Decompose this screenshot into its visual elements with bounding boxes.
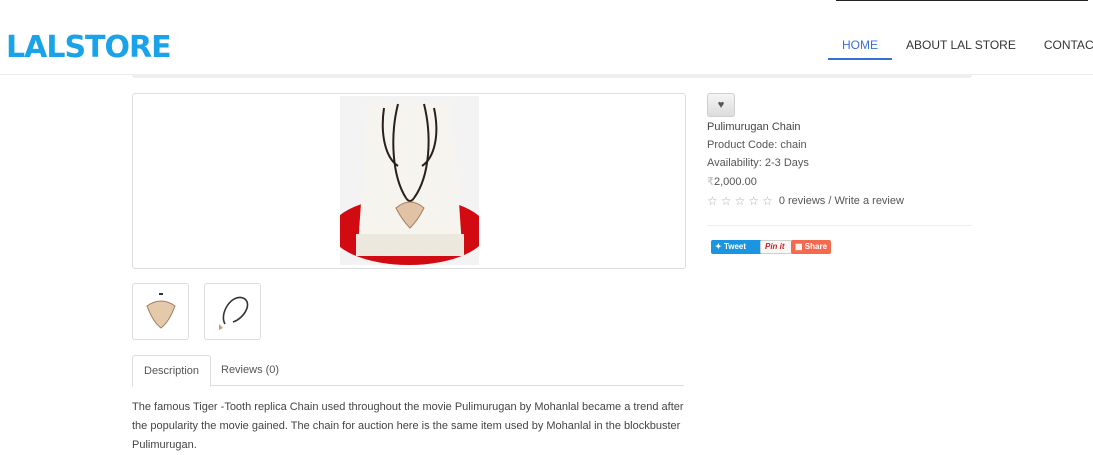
star-icon[interactable]: ☆ <box>762 194 773 208</box>
product-availability: Availability: 2-3 Days <box>707 157 809 169</box>
reviews-link[interactable]: 0 reviews / Write a review <box>779 195 904 207</box>
pinit-button[interactable]: Pin it <box>760 240 792 254</box>
nav-about[interactable]: ABOUT LAL STORE <box>892 38 1030 58</box>
site-logo[interactable]: LALSTORE <box>6 33 172 63</box>
share-button[interactable]: ▦ Share <box>791 240 831 254</box>
tabs-underline <box>132 385 684 386</box>
tweet-label: Tweet <box>723 242 747 251</box>
nav-contact[interactable]: CONTACT <box>1030 38 1093 58</box>
wishlist-button[interactable]: ♥ <box>707 93 735 117</box>
product-description: The famous Tiger -Tooth replica Chain us… <box>132 401 684 451</box>
section-divider <box>707 225 972 226</box>
share-label: Share <box>804 242 828 251</box>
share-icon: ▦ <box>795 242 803 251</box>
star-icon[interactable]: ☆ <box>707 194 718 208</box>
product-name: Pulimurugan Chain <box>707 121 801 133</box>
tooth-thumbnail-image <box>146 293 176 329</box>
site-header: LALSTORE HOME ABOUT LAL STORE CONTACT <box>0 0 1093 75</box>
thumbnail-1[interactable] <box>132 283 189 340</box>
thumbnail-2[interactable] <box>204 283 261 340</box>
product-code: Product Code: chain <box>707 139 807 151</box>
breadcrumb-bar <box>132 74 972 78</box>
rating-row: ☆ ☆ ☆ ☆ ☆ 0 reviews / Write a review <box>707 194 904 208</box>
star-icon[interactable]: ☆ <box>748 194 759 208</box>
tweet-button[interactable]: ✦ Tweet <box>711 240 765 254</box>
heart-icon: ♥ <box>717 99 725 111</box>
nav-home[interactable]: HOME <box>828 38 892 60</box>
tab-description[interactable]: Description <box>132 355 212 387</box>
currency-symbol: ₹ <box>707 176 714 188</box>
star-icon[interactable]: ☆ <box>721 194 732 208</box>
product-photo <box>340 96 479 265</box>
star-icon[interactable]: ☆ <box>735 194 746 208</box>
twitter-icon: ✦ <box>715 242 722 251</box>
chain-thumbnail-image <box>219 296 249 330</box>
price-value: 2,000.00 <box>714 176 757 188</box>
main-nav: HOME ABOUT LAL STORE CONTACT <box>828 38 1093 60</box>
tab-reviews[interactable]: Reviews (0) <box>210 355 290 385</box>
main-product-image[interactable] <box>132 93 686 269</box>
product-price: ₹2,000.00 <box>707 176 757 189</box>
